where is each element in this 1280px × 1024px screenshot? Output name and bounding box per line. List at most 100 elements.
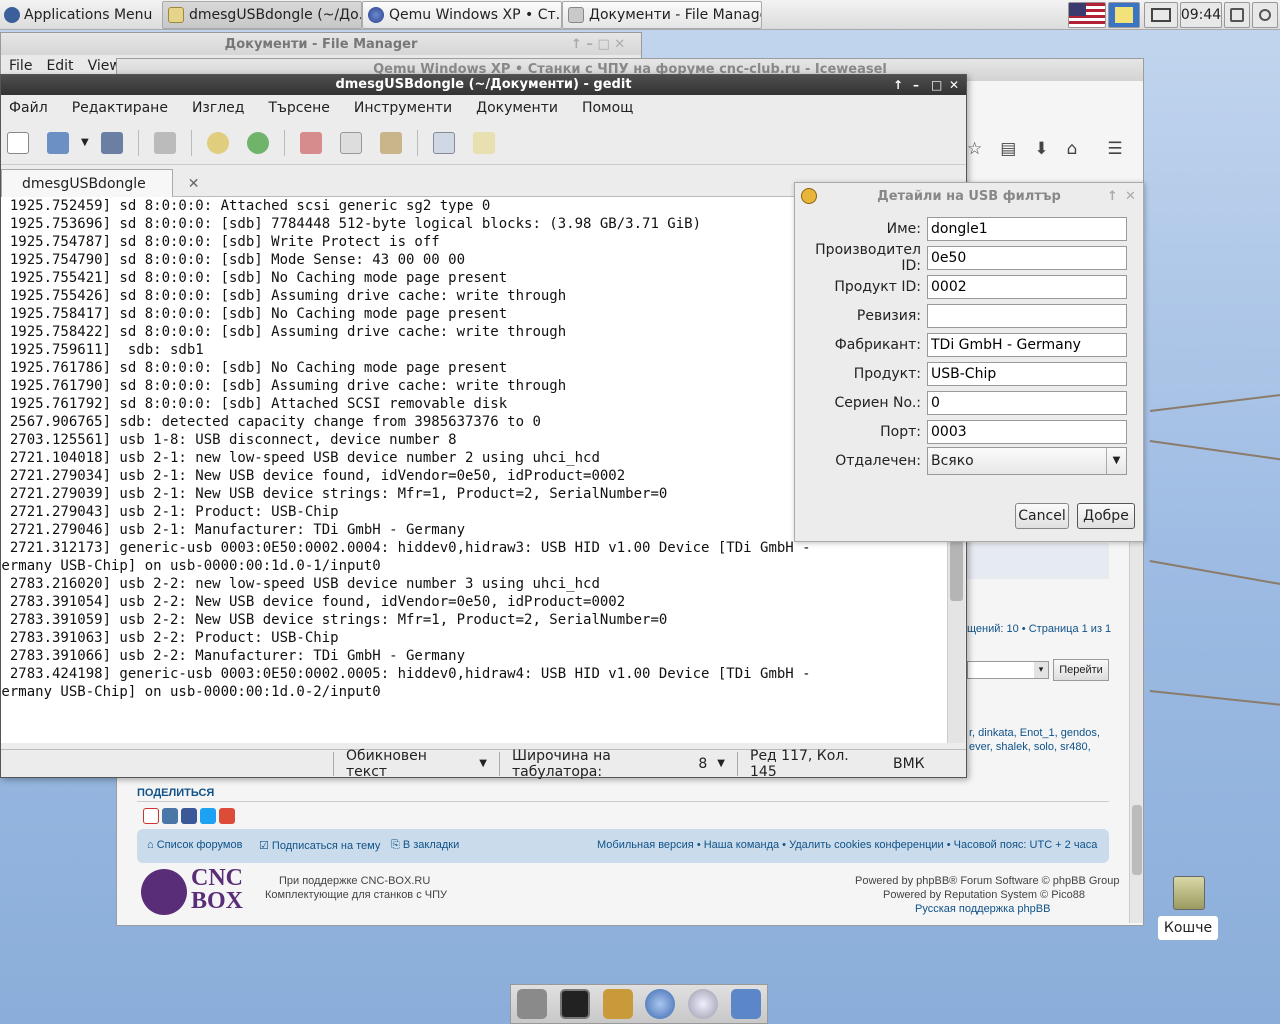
find-button[interactable] (427, 126, 461, 160)
file-cabinet-icon[interactable] (602, 989, 633, 1019)
share-yandex-icon[interactable] (143, 808, 159, 824)
fm-menu-edit[interactable]: Edit (46, 58, 73, 74)
save-button[interactable] (95, 126, 129, 160)
applications-menu-button[interactable]: Applications Menu (0, 0, 156, 30)
cnc-box-logo[interactable]: CNC BOX (191, 866, 243, 913)
home-icon[interactable]: ⌂ (1067, 139, 1078, 159)
menu-help[interactable]: Помощ (582, 100, 633, 116)
menu-search[interactable]: Търсене (268, 100, 329, 116)
browser-scrollbar[interactable] (1129, 539, 1143, 923)
browser-toolbar: ☆ ▤ ⬇ ⌂ ☰ (967, 139, 1123, 159)
menu-documents[interactable]: Документи (476, 100, 558, 116)
syntax-selector[interactable]: Обикновен текст ▼ (333, 748, 499, 780)
menu-edit[interactable]: Редактиране (72, 100, 168, 116)
applications-menu-label: Applications Menu (24, 7, 153, 23)
online-users-line1: r, dinkata, Enot_1, gendos, (969, 727, 1100, 739)
navbar-right-links[interactable]: Мобильная версия • Наша команда • Удалит… (597, 839, 1097, 851)
share-google-plus-icon[interactable] (219, 808, 235, 824)
open-button[interactable] (41, 126, 75, 160)
task-iceweasel[interactable]: Qemu Windows XP • Ст... (362, 1, 562, 29)
remote-combobox[interactable]: Всяко ▼ (927, 447, 1127, 475)
top-panel: Applications Menu dmesgUSBdongle (~/До..… (0, 0, 1280, 30)
forum-list-link[interactable]: ⌂ Список форумов (147, 839, 242, 851)
menu-tools[interactable]: Инструменти (354, 100, 452, 116)
field-label: Продукт: (853, 366, 921, 382)
show-desktop-icon[interactable] (517, 989, 548, 1019)
minimize-icon[interactable]: – (913, 75, 919, 95)
find-replace-icon (472, 131, 495, 154)
terminal-icon[interactable] (559, 989, 590, 1019)
keyboard-layout-flag-icon[interactable] (1068, 2, 1106, 28)
home-folder-icon[interactable] (730, 989, 761, 1019)
file-manager-titlebar[interactable]: Документи - File Manager ↑ – □ ✕ (1, 33, 641, 55)
field-input[interactable] (927, 362, 1127, 386)
field-label: Производител ID: (815, 242, 921, 274)
bookmark-star-icon[interactable]: ☆ (967, 139, 982, 159)
print-icon (153, 131, 176, 154)
support-line1: При поддержке CNC-BOX.RU (279, 875, 431, 887)
forum-jump-select[interactable]: ▾ (967, 661, 1049, 679)
tab-width-selector[interactable]: Широчина на табулатора: 8 ▼ (499, 748, 737, 780)
powered-by-3[interactable]: Русская поддержка phpBB (915, 903, 1050, 915)
display-icon[interactable] (1144, 2, 1178, 28)
share-facebook-icon[interactable] (181, 808, 197, 824)
replace-button[interactable] (467, 126, 501, 160)
close-icon[interactable]: ✕ (949, 75, 959, 95)
dialog-field-row: Сериен No.: (795, 391, 1145, 415)
field-input[interactable] (927, 275, 1127, 299)
undo-button[interactable] (201, 126, 235, 160)
menu-view[interactable]: Изглед (192, 100, 245, 116)
trash-label[interactable]: Кошче (1158, 916, 1218, 940)
fm-menu-file[interactable]: File (9, 58, 32, 74)
pin-icon[interactable]: ↑ (893, 75, 903, 95)
print-button[interactable] (148, 126, 182, 160)
dialog-close-icon[interactable]: ✕ (1125, 189, 1136, 204)
bookmarks-link[interactable]: ⎘ В закладки (391, 839, 459, 852)
gedit-titlebar[interactable]: dmesgUSBdongle (~/Документи) - gedit ↑ –… (1, 75, 966, 95)
reading-list-icon[interactable]: ▤ (1000, 139, 1016, 159)
task-gedit[interactable]: dmesgUSBdongle (~/До... (162, 1, 362, 29)
paste-button[interactable] (374, 126, 408, 160)
browser-icon (368, 7, 384, 23)
dialog-field-row: Продукт: (795, 362, 1145, 386)
field-input[interactable] (927, 304, 1127, 328)
task-file-manager[interactable]: Документи - File Manager (562, 1, 762, 29)
menu-file[interactable]: Файл (9, 100, 48, 116)
dialog-titlebar[interactable]: Детайли на USB филтър ↑ ✕ (795, 183, 1143, 209)
go-button[interactable]: Перейти (1053, 659, 1109, 681)
network-icon[interactable] (1224, 2, 1250, 28)
fm-window-controls-icon[interactable]: ↑ – □ ✕ (571, 37, 625, 52)
share-vk-icon[interactable] (162, 808, 178, 824)
tab-dmesgusbdongle[interactable]: dmesgUSBdongle ✕ (1, 169, 200, 197)
tab-close-icon[interactable]: ✕ (188, 176, 200, 192)
open-dropdown-icon[interactable]: ▼ (81, 137, 89, 148)
field-input[interactable] (927, 391, 1127, 415)
scrollbar-thumb[interactable] (950, 541, 963, 601)
dialog-pin-icon[interactable]: ↑ (1107, 189, 1118, 204)
download-icon[interactable]: ⬇ (1034, 139, 1048, 159)
field-label: Продукт ID: (834, 279, 921, 295)
ok-button[interactable]: Добре (1077, 503, 1135, 529)
notes-icon[interactable] (1108, 2, 1140, 28)
field-input[interactable] (927, 217, 1127, 241)
maximize-icon[interactable]: □ (931, 75, 942, 95)
clock[interactable]: 09:44 (1180, 2, 1222, 28)
copy-button[interactable] (334, 126, 368, 160)
subscribe-link[interactable]: ☑ Подписаться на тему (259, 839, 380, 852)
editor-line: [ 2783.391063] usb 2-2: Product: USB-Chi… (1, 630, 339, 646)
field-input[interactable] (927, 420, 1127, 444)
trash-icon[interactable] (1166, 876, 1212, 916)
search-icon[interactable] (687, 989, 718, 1019)
new-document-icon (7, 131, 29, 154)
hamburger-menu-icon[interactable]: ☰ (1107, 139, 1122, 159)
web-browser-icon[interactable] (645, 989, 676, 1019)
new-document-button[interactable] (1, 126, 35, 160)
power-icon[interactable] (1252, 2, 1278, 28)
powered-by-1: Powered by phpBB® Forum Software © phpBB… (855, 875, 1120, 887)
field-input[interactable] (927, 246, 1127, 270)
cut-button[interactable] (294, 126, 328, 160)
redo-button[interactable] (241, 126, 275, 160)
cancel-button[interactable]: Cancel (1015, 503, 1069, 529)
field-input[interactable] (927, 333, 1127, 357)
share-twitter-icon[interactable] (200, 808, 216, 824)
